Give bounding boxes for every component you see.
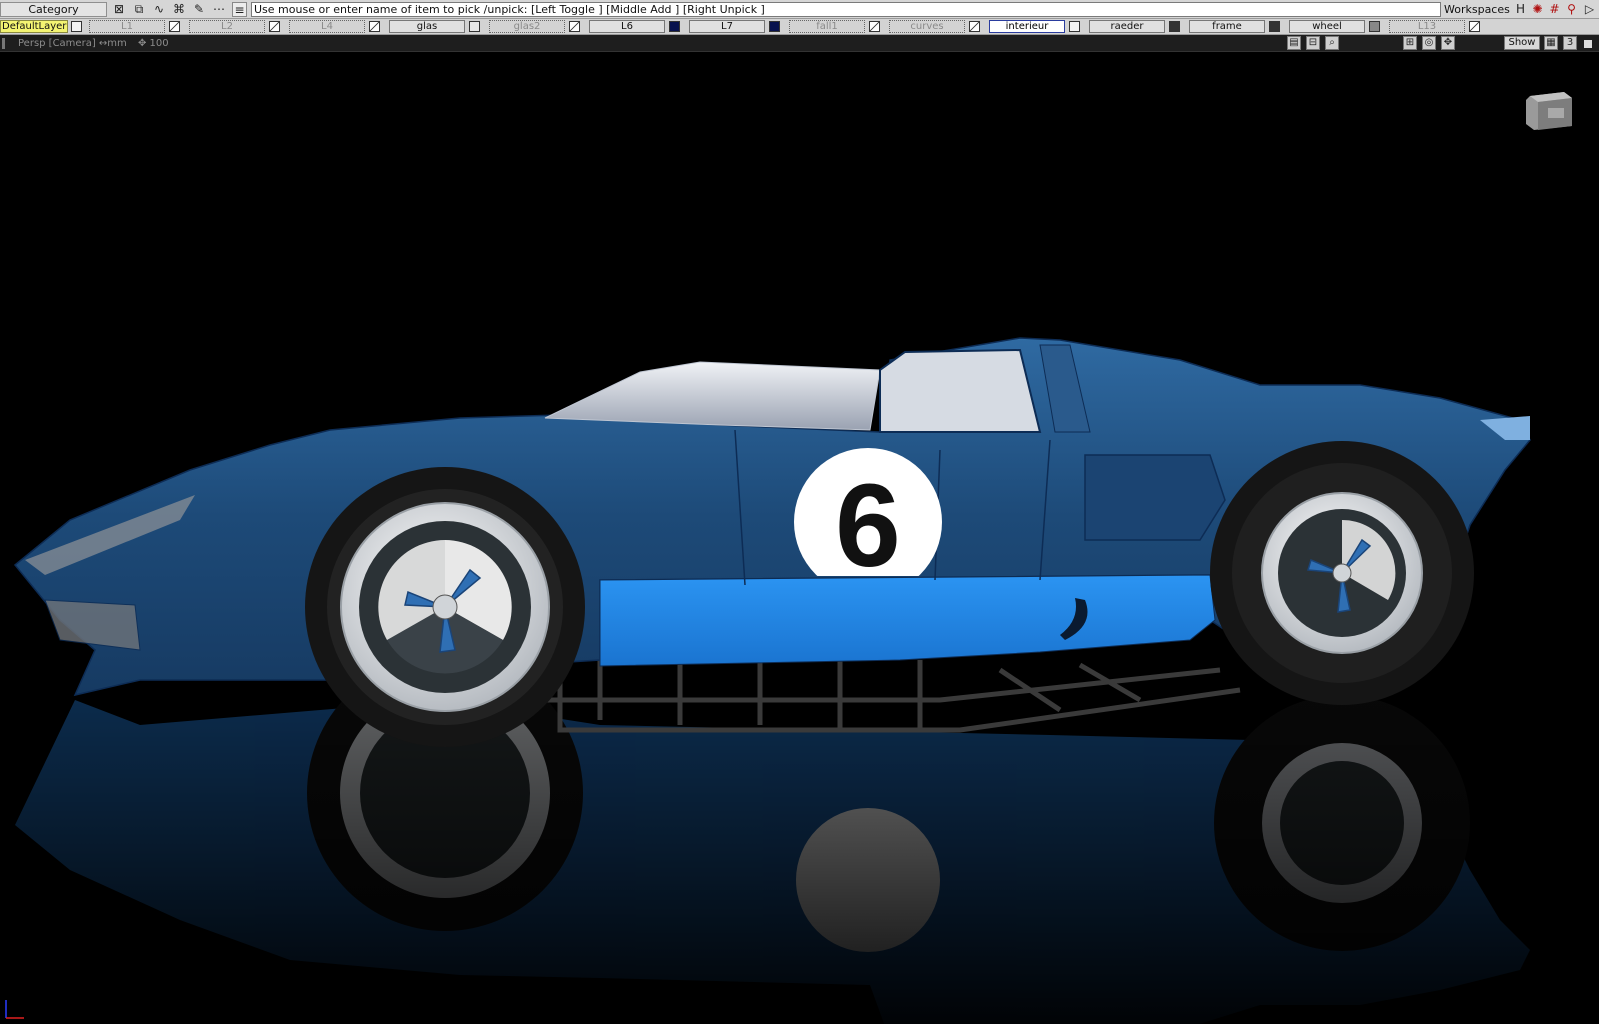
layer-l7[interactable]: L7 (689, 20, 783, 34)
camera-icon[interactable]: ▤ (1287, 36, 1301, 50)
pick-object-icon[interactable]: ⧉ (130, 2, 148, 17)
wheel-right (1210, 441, 1474, 705)
default-layer[interactable]: DefaultLayer (0, 20, 68, 33)
layer-swatch[interactable] (869, 21, 880, 32)
layer-l2[interactable]: L2 (189, 20, 283, 34)
expand-arrow-icon[interactable]: ▷ (1582, 1, 1597, 18)
3d-viewport[interactable]: 6 (0, 52, 1599, 1024)
layer-interieur[interactable]: interieur (989, 20, 1083, 34)
layer-swatch[interactable] (769, 21, 780, 32)
layer-swatch[interactable] (369, 21, 380, 32)
layer-label: L7 (689, 20, 765, 33)
frame-icon[interactable]: ⊟ (1306, 36, 1320, 50)
race-number: 6 (835, 460, 901, 592)
viewport-header: Persp [Camera] ↔mm ✥ 100 ▤ ⊟ ⌕ ⊞ ◎ ✥ Sho… (0, 35, 1599, 52)
layer-swatch[interactable] (1369, 21, 1380, 32)
page-number[interactable]: 3 (1563, 36, 1577, 50)
wheel-left (305, 467, 585, 747)
layer-bar: DefaultLayer L1 L2 L4 glas glas2 L6 L7 fall1 cur… (0, 19, 1599, 35)
pencil-icon[interactable]: ✎ (190, 2, 208, 17)
layer-raeder[interactable]: raeder (1089, 20, 1183, 34)
layer-label: raeder (1089, 20, 1165, 33)
layer-label: L2 (189, 20, 265, 33)
layer-swatch[interactable] (1169, 21, 1180, 32)
main-toolbar: Category ⊠ ⧉ ∿ ⌘ ✎ ⋯ ≡ Use mouse or ente… (0, 0, 1599, 19)
layer-swatch[interactable] (269, 21, 280, 32)
list-icon[interactable]: ≡ (232, 2, 247, 17)
layer-label: curves (889, 20, 965, 33)
curve-icon[interactable]: ∿ (150, 2, 168, 17)
layout-icon[interactable]: ▦ (1544, 36, 1558, 50)
viewport-grip[interactable] (2, 38, 5, 49)
maximize-icon[interactable] (1584, 40, 1592, 48)
layer-label: glas (389, 20, 465, 33)
layer-glas2[interactable]: glas2 (489, 20, 583, 34)
workspaces-label[interactable]: Workspaces (1444, 2, 1510, 17)
layer-label: frame (1189, 20, 1265, 33)
race-number-roundel: 6 (794, 448, 942, 592)
pick-prompt-field[interactable]: Use mouse or enter name of item to pick … (251, 2, 1441, 17)
layer-wheel[interactable]: wheel (1289, 20, 1383, 34)
layer-swatch[interactable] (1269, 21, 1280, 32)
layer-l1[interactable]: L1 (89, 20, 183, 34)
layer-l6[interactable]: L6 (589, 20, 683, 34)
layer-glas[interactable]: glas (389, 20, 483, 34)
layer-label: L13 (1389, 20, 1465, 33)
layer-swatch[interactable] (169, 21, 180, 32)
layer-curves[interactable]: curves (889, 20, 983, 34)
paint-icon[interactable]: ✺ (1530, 1, 1545, 18)
surface-icon[interactable]: ⌘ (170, 2, 188, 17)
more-icon[interactable]: ⋯ (210, 2, 228, 17)
h-shelf-icon[interactable]: H (1513, 1, 1528, 18)
default-layer-swatch[interactable] (70, 20, 84, 34)
layer-swatch[interactable] (1469, 21, 1480, 32)
render-icon[interactable]: ⊞ (1403, 36, 1417, 50)
show-button[interactable]: Show (1504, 36, 1540, 50)
category-dropdown[interactable]: Category (0, 2, 107, 17)
camera-label[interactable]: Persp [Camera] ↔mm (18, 37, 127, 50)
layer-label: interieur (989, 20, 1065, 33)
layer-l4[interactable]: L4 (289, 20, 383, 34)
layer-fall1[interactable]: fall1 (789, 20, 883, 34)
layer-frame[interactable]: frame (1189, 20, 1283, 34)
magnify-icon[interactable]: ⌕ (1325, 36, 1339, 50)
layer-label: L1 (89, 20, 165, 33)
zoom-label: ✥ 100 (138, 38, 169, 49)
layer-swatch[interactable] (569, 21, 580, 32)
car-render: 6 (0, 337, 1599, 1024)
view-cube[interactable] (1524, 86, 1574, 132)
layer-swatch[interactable] (1069, 21, 1080, 32)
layer-label: fall1 (789, 20, 865, 33)
layer-l13[interactable]: L13 (1389, 20, 1483, 34)
layer-swatch[interactable] (469, 21, 480, 32)
layer-label: L6 (589, 20, 665, 33)
move-icon[interactable]: ✥ (1441, 36, 1455, 50)
axis-triad-icon (5, 1000, 24, 1019)
layer-label: wheel (1289, 20, 1365, 33)
lens-icon[interactable]: ◎ (1422, 36, 1436, 50)
layer-swatch[interactable] (969, 21, 980, 32)
grid-icon[interactable]: # (1547, 1, 1562, 18)
layer-swatch (71, 21, 82, 32)
select-box-icon[interactable]: ⊠ (110, 2, 128, 17)
layer-swatch[interactable] (669, 21, 680, 32)
layer-label: L4 (289, 20, 365, 33)
layer-label: glas2 (489, 20, 565, 33)
pin-icon[interactable]: ⚲ (1564, 1, 1579, 18)
